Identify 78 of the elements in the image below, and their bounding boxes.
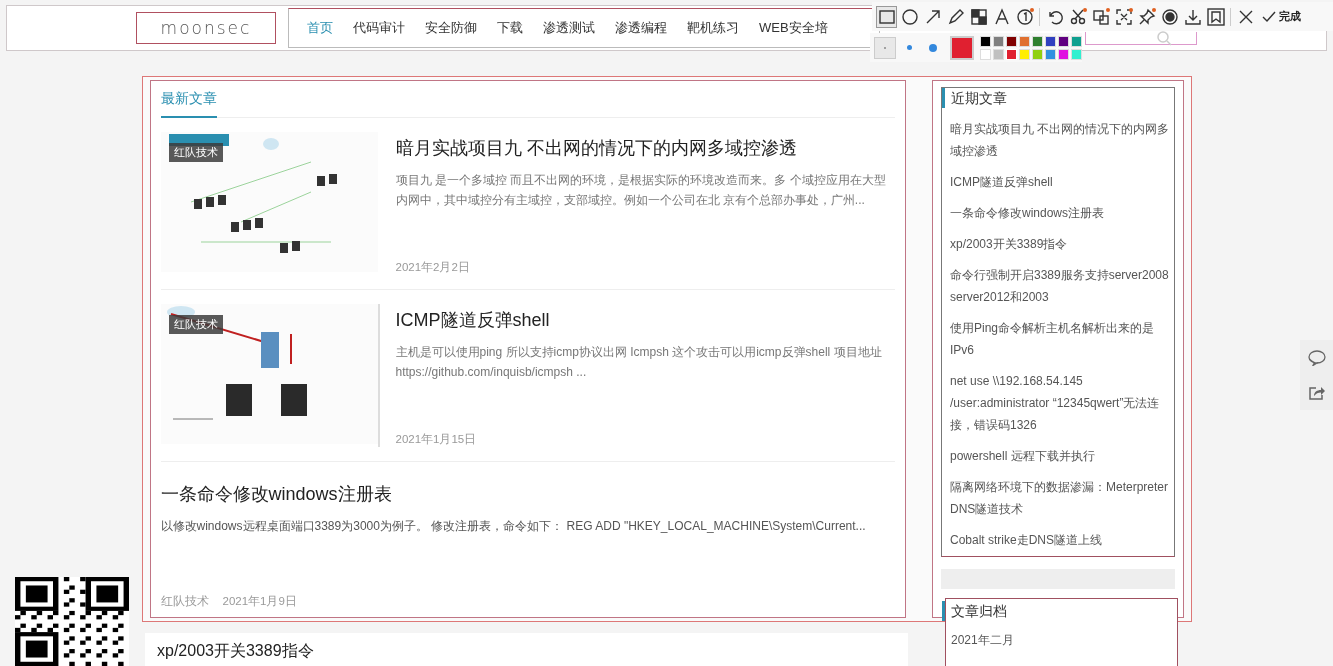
recent-post-link[interactable]: Cobalt strike走DNS隧道上线 [950,529,1174,551]
recent-post-link[interactable]: net use \\192.168.54.145 /user:administrator “12345qwert”无法连接，错误码1326 [950,370,1174,436]
search-icon [1156,30,1172,46]
recent-post-link[interactable]: 隔离网络环境下的数据渗漏：Meterpreter DNS隧道技术 [950,476,1174,520]
article-title[interactable]: 暗月实战项目九 不出网的情况下的内网多域控渗透 [395,136,895,160]
share-icon [1307,384,1326,401]
tool-button[interactable] [1014,5,1035,28]
article-title[interactable]: xp/2003开关3389指令 [157,641,896,662]
nav-link[interactable]: WEB安全培 [749,19,838,37]
color-swatch[interactable] [980,35,991,47]
color-swatch[interactable] [1045,48,1056,60]
close-icon [1237,8,1254,25]
article-title[interactable]: 一条命令修改windows注册表 [160,482,895,506]
color-swatch[interactable] [1058,48,1069,60]
tool-button[interactable] [1090,5,1111,28]
article-date: 2021年1月9日 [222,594,297,609]
nav-link[interactable]: 安全防御 [415,19,487,37]
color-swatch[interactable] [1045,35,1056,47]
color-swatch[interactable] [993,48,1004,60]
color-swatch[interactable] [980,48,991,60]
article-excerpt: 项目九 是一个多域控 而且不出网的环境，是根据实际的环境改造而来。多 个域控应用在大型内网中，其中域控分有主域控，支部域控。例如一个公司在北 京有个总部办事处，广州... [395,172,887,209]
site-logo[interactable]: moonsec [136,12,276,44]
nav-link[interactable]: 渗透编程 [605,19,677,37]
widget-title: 近期文章 [942,88,1174,108]
widget-title: 文章归档 [942,601,1177,621]
pencil-icon [946,7,965,26]
nav-link[interactable]: 首页 [297,19,343,37]
color-swatch[interactable] [1071,35,1082,47]
color-swatch[interactable] [1058,35,1069,47]
article-date: 2021年2月2日 [395,260,471,275]
comment-button[interactable] [1300,340,1333,375]
nav-link[interactable]: 代码审计 [343,19,415,37]
download-icon [1183,7,1202,26]
recent-post-link[interactable]: ICMP隧道反弹shell [950,171,1174,193]
tool-button[interactable] [1113,5,1134,28]
recent-post-link[interactable]: powershell 远程下载并执行 [950,445,1174,467]
numbered-circle-icon [1015,7,1034,26]
color-swatch[interactable] [1032,35,1043,47]
category-badge: 红队技术 [168,315,223,334]
bookmark-icon [1206,7,1225,26]
tool-button[interactable] [876,5,897,28]
article-excerpt: 以修改windows远程桌面端口3389为3000为例子。 修改注册表，命令如下： REG ADD "HKEY_LOCAL_MACHINE\System\Current... [160,518,867,535]
tool-button[interactable] [1205,5,1226,28]
article-excerpt: 主机是可以使用ping 所以支持icmp协议出网 Icmpsh 这个攻击可以用icmp反弹shell 项目地址 https://github.com/inquisb/icmpsh ... [395,344,883,381]
recent-post-link[interactable]: 暗月实战项目九 不出网的情况下的内网多域控渗透 [950,118,1174,162]
recent-post-link[interactable]: 一条命令修改windows注册表 [950,202,1174,224]
circle-icon [900,7,919,26]
archive-link[interactable]: 2021年二月 [951,629,1177,651]
color-swatch[interactable] [1006,35,1017,47]
recent-post-link[interactable]: xp/2003开关3389指令 [950,233,1174,255]
category-badge: 红队技术 [168,143,223,162]
section-tab[interactable]: 最新文章 [160,90,217,118]
recent-post-link[interactable]: 命令行强制开启3389服务支持server2008 server2012和2003 [950,264,1174,308]
color-swatch[interactable] [993,35,1004,47]
scan-icon [1114,7,1133,26]
color-swatch[interactable] [1019,48,1030,60]
mosaic-icon [969,7,988,26]
pin-icon [1137,7,1156,26]
record-icon [1160,7,1179,26]
current-color-swatch[interactable] [950,35,974,60]
check-icon [1262,10,1276,23]
rectangle-icon [877,7,896,26]
color-swatch[interactable] [1032,48,1043,60]
article-date: 2021年1月15日 [395,432,478,447]
text-recognition-icon [1091,7,1110,26]
color-swatch[interactable] [1071,48,1082,60]
nav-link[interactable]: 下载 [487,19,533,37]
color-swatch[interactable] [1006,48,1017,60]
recent-post-link[interactable]: 使用Ping命令解析主机名解析出来的是IPv6 [950,317,1174,361]
color-swatch[interactable] [1019,35,1030,47]
text-icon [992,7,1011,26]
share-button[interactable] [1300,375,1333,410]
article-title[interactable]: ICMP隧道反弹shell [395,308,895,332]
speech-bubble-icon [1307,349,1326,366]
nav-link[interactable]: 靶机练习 [677,19,749,37]
done-button[interactable]: 完成 [1258,9,1305,24]
nav-link[interactable]: 渗透测试 [533,19,605,37]
scissors-icon [1068,7,1087,26]
